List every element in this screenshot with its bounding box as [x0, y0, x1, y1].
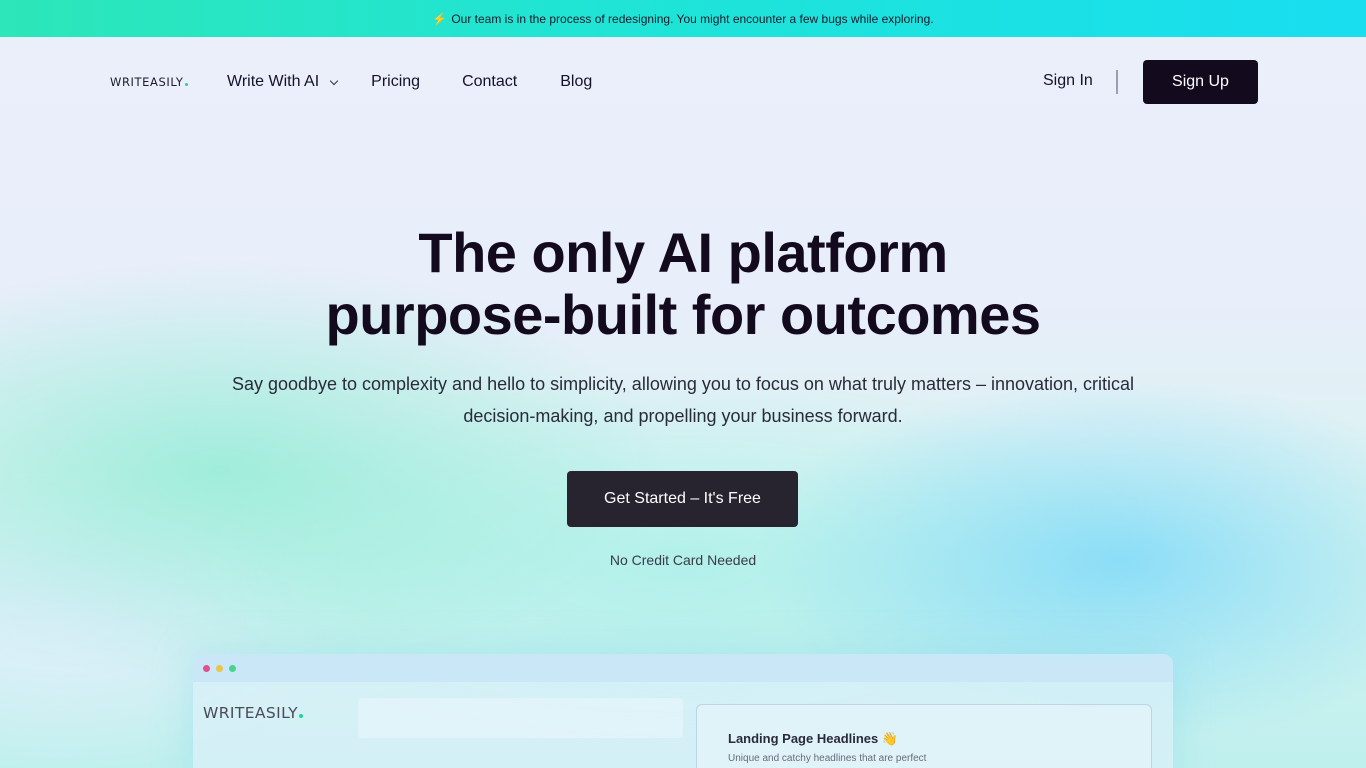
preview-logo: WRITEASILY — [203, 704, 303, 722]
lightning-icon: ⚡ — [432, 11, 448, 26]
window-close-dot — [203, 664, 210, 672]
sign-in-link[interactable]: Sign In — [1043, 72, 1093, 90]
nav-item-label: Contact — [462, 73, 518, 90]
window-maximize-dot — [229, 664, 236, 672]
logo-dot — [184, 83, 188, 86]
get-started-button[interactable]: Get Started – It's Free — [567, 471, 798, 527]
logo[interactable]: WRITEASILY — [110, 75, 188, 89]
nav-divider — [1116, 70, 1118, 94]
nav-item-write-with-ai[interactable]: Write With AI — [227, 73, 339, 91]
nav-item-label: Blog — [560, 73, 593, 90]
nav-links: Write With AI Pricing Contact Blog — [227, 73, 592, 91]
announcement-text: Our team is in the process of redesignin… — [451, 11, 934, 26]
chevron-down-icon — [329, 76, 339, 85]
nav-item-contact[interactable]: Contact — [462, 73, 517, 91]
app-preview-window: WRITEASILY Landing Page Headlines 👋 Uniq… — [193, 654, 1173, 768]
preview-logo-dot — [299, 714, 303, 718]
preview-sidebar-placeholder — [358, 698, 683, 738]
nav-item-label: Write With AI — [227, 73, 320, 90]
nav-item-label: Pricing — [371, 73, 421, 90]
no-credit-card-note: No Credit Card Needed — [609, 552, 757, 568]
nav-item-blog[interactable]: Blog — [560, 73, 592, 91]
template-card: Landing Page Headlines 👋 Unique and catc… — [696, 704, 1152, 768]
template-card-title: Landing Page Headlines 👋 — [728, 731, 899, 746]
hero-title: The only AI platform purpose-built for o… — [0, 222, 1366, 346]
template-card-subtitle: Unique and catchy headlines that are per… — [728, 753, 927, 764]
preview-logo-text: WRITEASILY — [203, 704, 298, 722]
hero-title-line-1: The only AI platform — [418, 221, 948, 284]
window-minimize-dot — [216, 664, 223, 672]
navbar: WRITEASILY Write With AI Pricing Contact… — [0, 37, 1366, 127]
announcement-bar: ⚡ Our team is in the process of redesign… — [0, 0, 1366, 37]
hero-subtitle: Say goodbye to complexity and hello to s… — [231, 374, 1135, 426]
sign-up-button[interactable]: Sign Up — [1143, 60, 1258, 104]
hero-title-line-2: purpose-built for outcomes — [325, 283, 1042, 346]
nav-item-pricing[interactable]: Pricing — [371, 73, 420, 91]
window-titlebar — [193, 654, 1173, 682]
logo-text: WRITEASILY — [110, 75, 184, 89]
